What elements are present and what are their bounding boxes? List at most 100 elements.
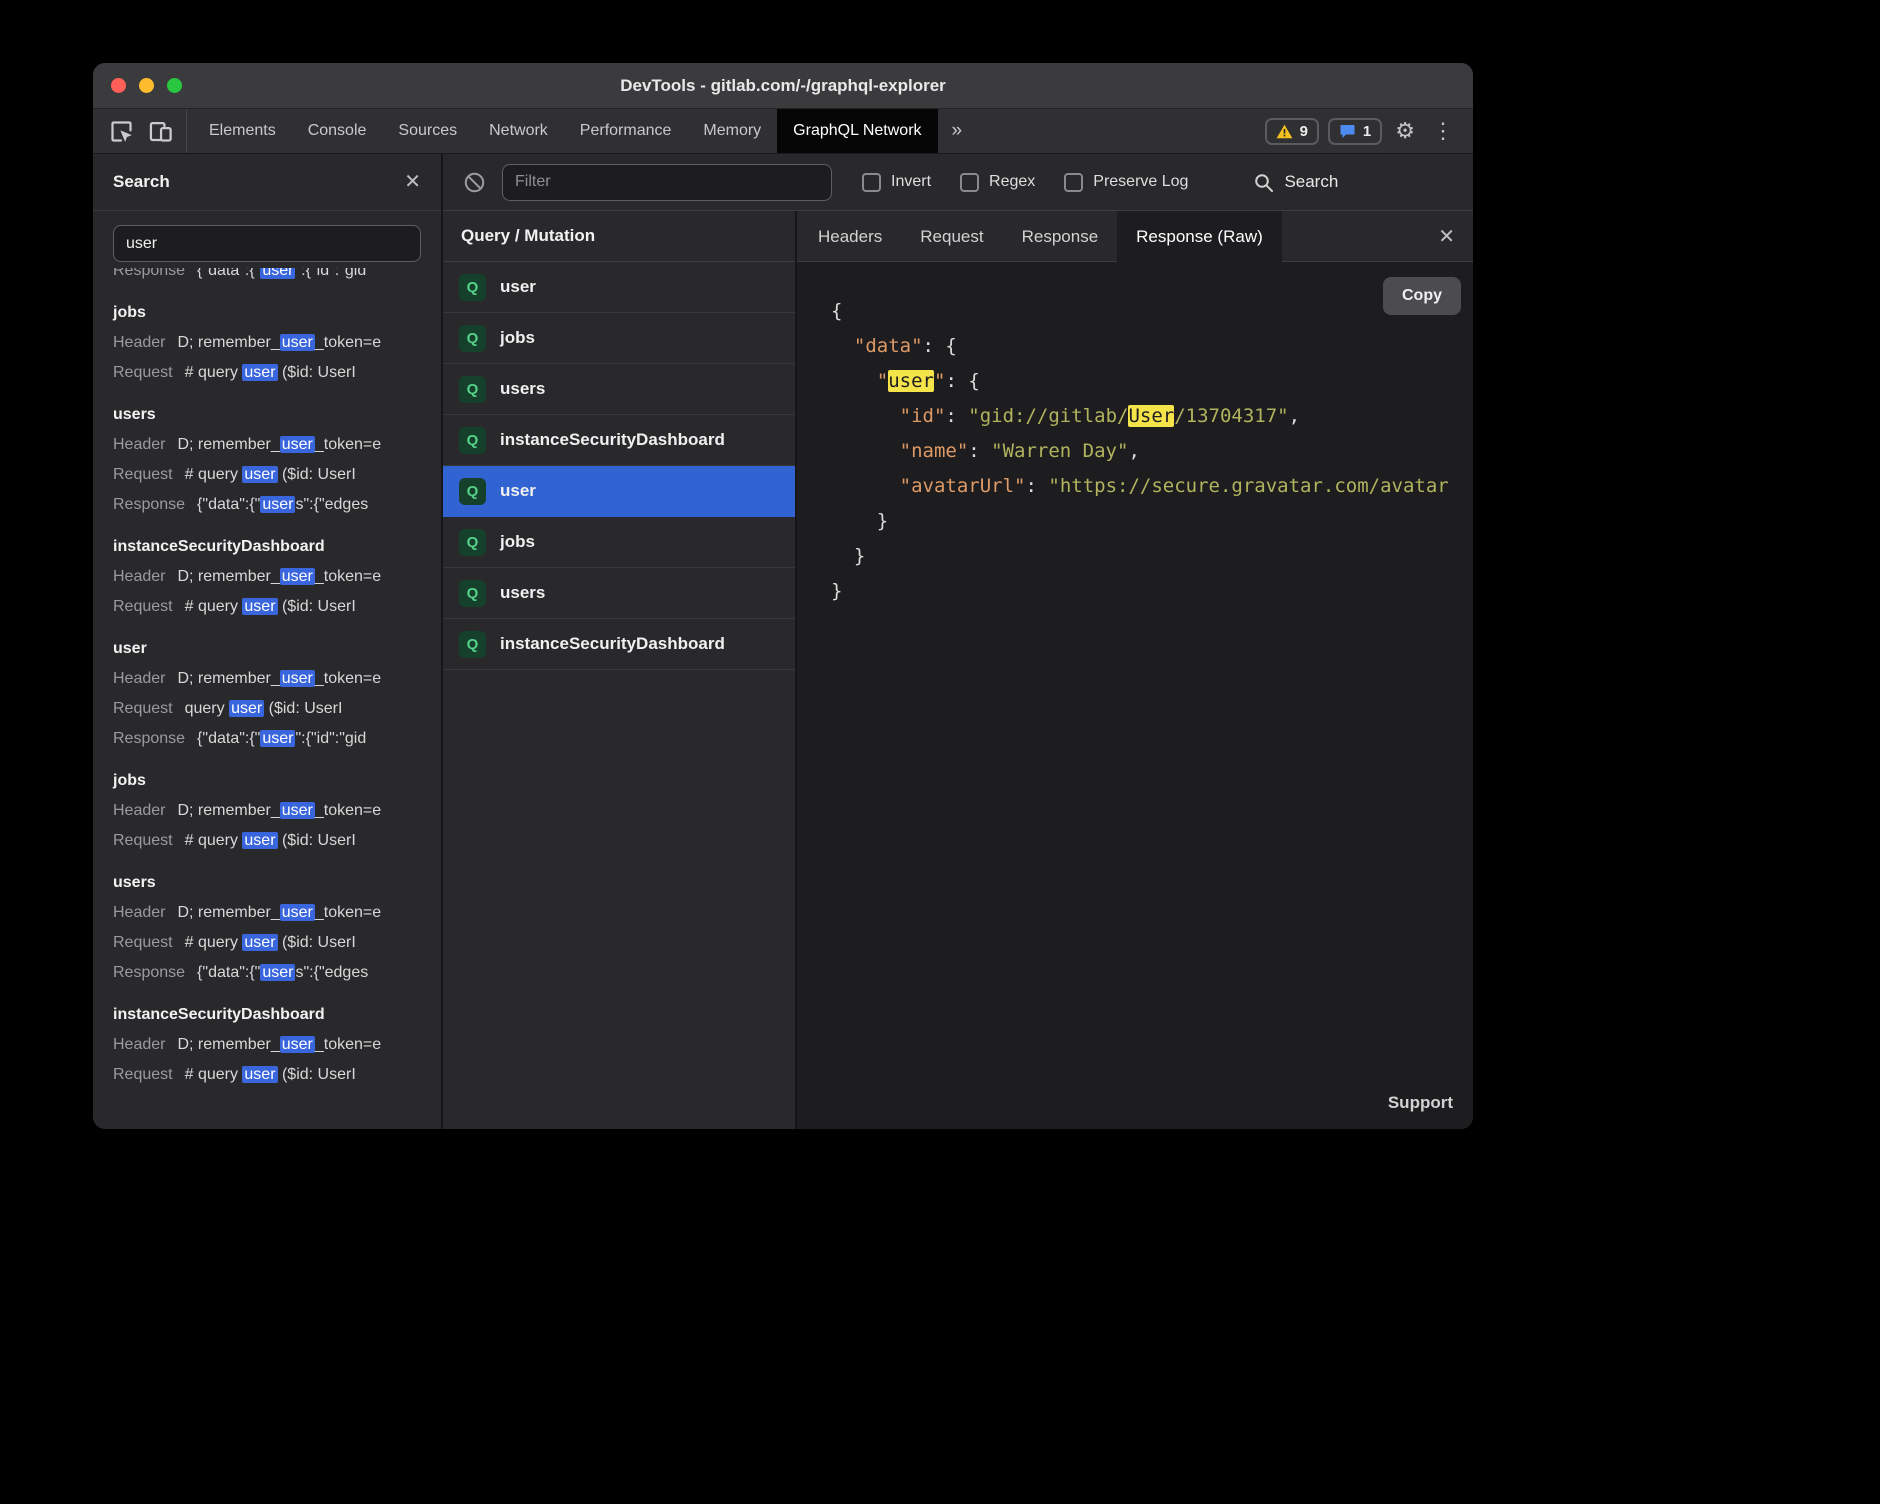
clear-log-button[interactable] bbox=[463, 171, 486, 194]
close-search-panel-button[interactable]: ✕ bbox=[404, 172, 421, 192]
search-result-row[interactable]: Request# query user ($id: UserI bbox=[113, 826, 441, 856]
query-list-item[interactable]: Qjobs bbox=[443, 313, 795, 364]
search-result-group-title[interactable]: instanceSecurityDashboard bbox=[113, 1000, 441, 1030]
query-list-header: Query / Mutation bbox=[443, 211, 795, 262]
result-row-label: Request bbox=[113, 700, 173, 717]
result-row-content: query user ($id: UserI bbox=[185, 700, 343, 717]
query-list-item[interactable]: Qjobs bbox=[443, 517, 795, 568]
search-result-row[interactable]: HeaderD; remember_user_token=e bbox=[113, 664, 441, 694]
gear-icon[interactable]: ⚙ bbox=[1391, 120, 1419, 142]
search-result-row[interactable]: Request# query user ($id: UserI bbox=[113, 592, 441, 622]
query-list-item[interactable]: Quser bbox=[443, 262, 795, 313]
filter-option-invert[interactable]: Invert bbox=[862, 173, 931, 192]
search-result-group-title[interactable]: instanceSecurityDashboard bbox=[113, 532, 441, 562]
search-result-row[interactable]: HeaderD; remember_user_token=e bbox=[113, 328, 441, 358]
invert-label: Invert bbox=[891, 173, 931, 191]
query-badge-icon: Q bbox=[459, 478, 486, 505]
search-result-row[interactable]: HeaderD; remember_user_token=e bbox=[113, 898, 441, 928]
search-result-row[interactable]: HeaderD; remember_user_token=e bbox=[113, 1030, 441, 1060]
query-item-label: jobs bbox=[500, 532, 535, 552]
detail-tab-request[interactable]: Request bbox=[901, 211, 1002, 262]
search-result-row[interactable]: Request query user ($id: UserI bbox=[113, 694, 441, 724]
search-result-group-title[interactable]: jobs bbox=[113, 298, 441, 328]
search-result-row[interactable]: Request# query user ($id: UserI bbox=[113, 928, 441, 958]
search-result-group-title[interactable]: jobs bbox=[113, 766, 441, 796]
devtools-content: Search ✕ Response{"data":{"user":{"id":"… bbox=[93, 154, 1473, 1129]
detail-tab-response-raw[interactable]: Response (Raw) bbox=[1117, 211, 1282, 262]
issues-bubble-icon bbox=[1339, 124, 1356, 139]
search-result-row[interactable]: HeaderD; remember_user_token=e bbox=[113, 430, 441, 460]
devtools-tab-sources[interactable]: Sources bbox=[382, 109, 473, 153]
preserve-log-checkbox[interactable] bbox=[1064, 173, 1083, 192]
preserve-log-label: Preserve Log bbox=[1093, 173, 1188, 191]
search-result-group: jobsHeaderD; remember_user_token=eReques… bbox=[113, 766, 441, 856]
filter-option-regex[interactable]: Regex bbox=[960, 173, 1035, 192]
result-row-label: Header bbox=[113, 568, 165, 585]
device-toolbar-icon[interactable] bbox=[147, 118, 174, 145]
close-window-button[interactable] bbox=[111, 78, 126, 93]
result-row-content: D; remember_user_token=e bbox=[177, 904, 381, 921]
result-row-label: Header bbox=[113, 436, 165, 453]
issues-badge[interactable]: 1 bbox=[1328, 118, 1382, 145]
search-result-row[interactable]: Response{"data":{"user":{"id":"gid bbox=[113, 268, 441, 286]
detail-panel: HeadersRequestResponseResponse (Raw) ✕ C… bbox=[797, 211, 1473, 1129]
search-result-row[interactable]: Request# query user ($id: UserI bbox=[113, 1060, 441, 1090]
copy-button[interactable]: Copy bbox=[1383, 277, 1461, 315]
search-result-group-title[interactable]: users bbox=[113, 400, 441, 430]
query-list-item[interactable]: QinstanceSecurityDashboard bbox=[443, 415, 795, 466]
search-result-row[interactable]: Header D; remember_user_token=e bbox=[113, 562, 441, 592]
filter-option-preserve-log[interactable]: Preserve Log bbox=[1064, 173, 1188, 192]
result-row-content: # query user ($id: UserI bbox=[185, 466, 356, 483]
devtools-tab-console[interactable]: Console bbox=[292, 109, 383, 153]
result-row-content: {"data":{"users":{"edges bbox=[197, 964, 368, 981]
close-detail-button[interactable]: ✕ bbox=[1438, 227, 1455, 247]
zoom-window-button[interactable] bbox=[167, 78, 182, 93]
detail-tab-response[interactable]: Response bbox=[1003, 211, 1118, 262]
query-list-item[interactable]: Qusers bbox=[443, 364, 795, 415]
more-tabs-button[interactable]: » bbox=[938, 109, 977, 153]
search-result-group-title[interactable]: users bbox=[113, 868, 441, 898]
devtools-tab-elements[interactable]: Elements bbox=[193, 109, 292, 153]
query-list-panel: Query / Mutation QuserQjobsQusersQinstan… bbox=[443, 211, 797, 1129]
search-result-row[interactable]: Request# query user ($id: UserI bbox=[113, 358, 441, 388]
search-result-row[interactable]: Response{"data":{"user":{"id":"gid bbox=[113, 724, 441, 754]
search-result-group: usersHeaderD; remember_user_token=eReque… bbox=[113, 868, 441, 988]
inspect-cursor-icon[interactable] bbox=[108, 118, 135, 145]
query-list-item[interactable]: Quser bbox=[443, 466, 795, 517]
result-row-label: Request bbox=[113, 1066, 173, 1083]
filter-input[interactable] bbox=[502, 164, 832, 201]
detail-tab-headers[interactable]: Headers bbox=[799, 211, 901, 262]
search-result-group-title[interactable]: user bbox=[113, 634, 441, 664]
kebab-menu-icon[interactable]: ⋮ bbox=[1428, 120, 1458, 142]
result-row-label: Header bbox=[113, 334, 165, 351]
search-input[interactable] bbox=[113, 225, 421, 262]
invert-checkbox[interactable] bbox=[862, 173, 881, 192]
devtools-tab-network[interactable]: Network bbox=[473, 109, 564, 153]
search-button[interactable]: Search bbox=[1253, 172, 1338, 193]
magnifier-icon bbox=[1253, 172, 1274, 193]
result-row-label: Request bbox=[113, 364, 173, 381]
support-link[interactable]: Support bbox=[1388, 1093, 1453, 1113]
devtools-tab-performance[interactable]: Performance bbox=[564, 109, 688, 153]
query-list-item[interactable]: QinstanceSecurityDashboard bbox=[443, 619, 795, 670]
query-list-item[interactable]: Qusers bbox=[443, 568, 795, 619]
devtools-tab-graphql-network[interactable]: GraphQL Network bbox=[777, 109, 937, 153]
query-badge-icon: Q bbox=[459, 427, 486, 454]
result-row-label: Response bbox=[113, 730, 185, 747]
search-result-row[interactable]: Request# query user ($id: UserI bbox=[113, 460, 441, 490]
result-row-content: {"data":{"users":{"edges bbox=[197, 496, 368, 513]
search-result-group: usersHeaderD; remember_user_token=eReque… bbox=[113, 400, 441, 520]
result-row-content: D; remember_user_token=e bbox=[177, 568, 381, 585]
regex-checkbox[interactable] bbox=[960, 173, 979, 192]
search-result-row[interactable]: Response{"data":{"users":{"edges bbox=[113, 490, 441, 520]
result-row-content: D; remember_user_token=e bbox=[177, 802, 381, 819]
devtools-tab-memory[interactable]: Memory bbox=[687, 109, 777, 153]
search-result-row[interactable]: HeaderD; remember_user_token=e bbox=[113, 796, 441, 826]
result-row-content: # query user ($id: UserI bbox=[185, 934, 356, 951]
query-item-label: user bbox=[500, 277, 536, 297]
query-badge-icon: Q bbox=[459, 325, 486, 352]
search-result-row[interactable]: Response{"data":{"users":{"edges bbox=[113, 958, 441, 988]
minimize-window-button[interactable] bbox=[139, 78, 154, 93]
titlebar[interactable]: DevTools - gitlab.com/-/graphql-explorer bbox=[93, 63, 1473, 109]
warnings-badge[interactable]: 9 bbox=[1265, 118, 1319, 145]
